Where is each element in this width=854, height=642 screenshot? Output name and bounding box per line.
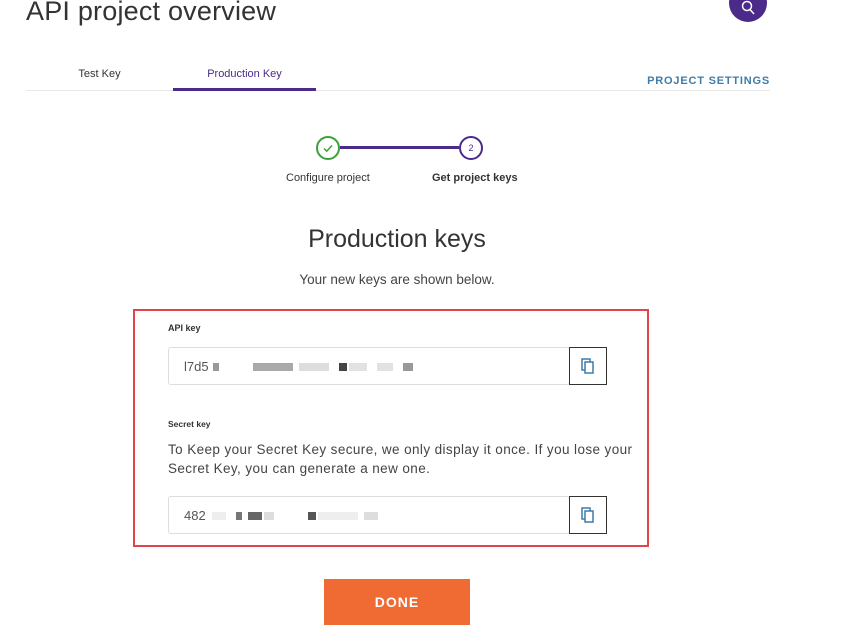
check-icon — [323, 144, 333, 153]
redacted-text — [210, 508, 378, 523]
page-title: API project overview — [26, 0, 277, 26]
done-button[interactable]: DONE — [324, 579, 470, 625]
secret-key-value: 482 — [184, 507, 206, 523]
copy-api-key-button[interactable] — [569, 347, 607, 385]
tab-bar: Test Key Production Key PROJECT SETTINGS — [26, 62, 770, 91]
secret-key-field[interactable]: 482 — [168, 496, 570, 534]
step-complete — [316, 136, 340, 160]
api-key-field[interactable]: l7d5 — [168, 347, 570, 385]
copy-secret-key-button[interactable] — [569, 496, 607, 534]
tab-test-key[interactable]: Test Key — [26, 68, 173, 80]
search-button[interactable] — [729, 0, 767, 22]
secret-key-note: To Keep your Secret Key secure, we only … — [168, 442, 633, 476]
section-title: Production keys — [308, 225, 486, 253]
copy-icon — [581, 358, 594, 374]
stepper-connector — [340, 146, 459, 149]
api-key-value: l7d5 — [184, 358, 209, 374]
copy-icon — [581, 507, 594, 523]
step-label-configure: Configure project — [286, 172, 370, 184]
secret-key-label: Secret key — [168, 419, 211, 429]
redacted-text — [211, 359, 413, 374]
api-key-label: API key — [168, 323, 201, 333]
step-label-keys: Get project keys — [432, 172, 518, 184]
project-settings-link[interactable]: PROJECT SETTINGS — [647, 75, 770, 87]
tab-production-key[interactable]: Production Key — [173, 68, 316, 91]
keys-panel: API key l7d5 Secret key To Keep your Sec… — [133, 309, 649, 547]
search-icon — [741, 0, 755, 15]
step-active: 2 — [459, 136, 483, 160]
section-subtitle: Your new keys are shown below. — [299, 272, 495, 287]
